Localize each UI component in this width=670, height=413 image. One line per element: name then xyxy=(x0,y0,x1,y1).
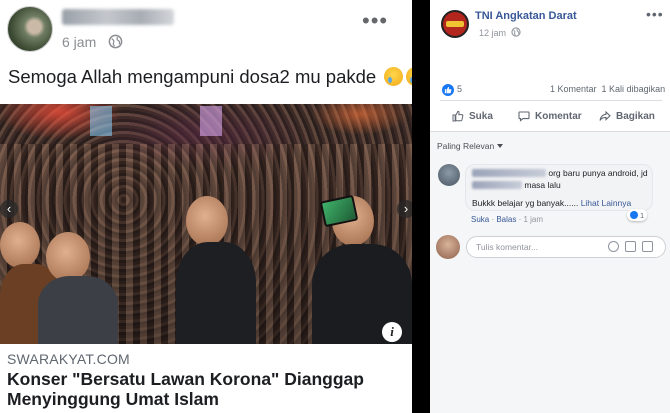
comments-count[interactable]: 1 Komentar xyxy=(550,84,597,94)
separator xyxy=(440,100,662,101)
person-head xyxy=(46,232,90,282)
comment-line-1: org baru punya android, jd xyxy=(472,168,648,178)
crying-face-icon xyxy=(384,67,404,86)
link-source[interactable]: SWARAKYAT.COM xyxy=(7,351,130,367)
commenter-avatar[interactable] xyxy=(438,164,460,186)
shares-count[interactable]: 1 Kali dibagikan xyxy=(602,84,666,94)
logo-band xyxy=(446,21,464,27)
emoji-icon[interactable] xyxy=(608,241,619,252)
comment-text-blurred xyxy=(472,181,522,189)
comment-text-3: Bukkk belajar yg banyak...... xyxy=(472,198,579,208)
like-reaction-icon[interactable] xyxy=(442,84,454,96)
like-button[interactable]: Suka xyxy=(452,110,493,122)
caption-text: Semoga Allah mengampuni dosa2 mu pakde xyxy=(8,66,377,87)
comment-like-link[interactable]: Suka xyxy=(471,215,489,224)
page-logo[interactable] xyxy=(441,10,469,38)
more-options-icon[interactable]: ••• xyxy=(646,6,664,22)
stage-lights xyxy=(90,106,112,136)
person-head xyxy=(186,196,228,246)
link-title[interactable]: Konser "Bersatu Lawan Korona" Dianggap M… xyxy=(7,369,407,409)
comment-sort-dropdown[interactable]: Paling Relevan xyxy=(437,141,504,151)
panel-divider xyxy=(412,0,430,413)
comment-actions: Suka · Balas · 1 jam xyxy=(471,215,544,224)
like-label: Suka xyxy=(469,110,493,122)
post-time[interactable]: 6 jam xyxy=(62,34,96,50)
person-body xyxy=(176,242,256,344)
share-icon xyxy=(599,110,611,121)
page-post-panel: TNI Angkatan Darat 12 jam ••• 5 1 Koment… xyxy=(430,0,670,413)
comment-reply-link[interactable]: Balas xyxy=(496,215,516,224)
post-caption: Semoga Allah mengampuni dosa2 mu pakde xyxy=(8,66,412,88)
comment-text-1: org baru punya android, jd xyxy=(548,168,648,178)
comment-icon xyxy=(518,111,530,122)
page-name[interactable]: TNI Angkatan Darat xyxy=(475,10,577,22)
comment-input-icons xyxy=(608,241,653,252)
comment-line-3: Bukkk belajar yg banyak...... Lihat Lain… xyxy=(472,198,631,208)
chevron-right-icon[interactable]: › xyxy=(397,200,412,218)
sort-label: Paling Relevan xyxy=(437,141,495,151)
commenter-name-blurred[interactable] xyxy=(472,169,546,177)
current-user-avatar[interactable] xyxy=(436,235,460,259)
gif-icon[interactable] xyxy=(625,241,636,252)
person-head xyxy=(0,222,40,268)
comment-text-2: masa lalu xyxy=(524,180,561,190)
author-avatar[interactable] xyxy=(7,6,53,52)
comment-reaction-count: 1 xyxy=(640,210,645,220)
like-count[interactable]: 5 xyxy=(457,84,462,94)
globe-icon xyxy=(108,34,123,49)
post-time[interactable]: 12 jam xyxy=(479,28,506,38)
thumbs-up-icon xyxy=(452,110,464,122)
comment-label: Komentar xyxy=(535,110,582,122)
link-preview-photo[interactable]: ‹ › i xyxy=(0,104,412,344)
chevron-left-icon[interactable]: ‹ xyxy=(0,200,18,218)
comment-time[interactable]: 1 jam xyxy=(523,215,543,224)
comment-button[interactable]: Komentar xyxy=(518,110,582,122)
more-options-icon[interactable]: ••• xyxy=(362,10,388,32)
share-button[interactable]: Bagikan xyxy=(599,110,655,122)
see-more-link[interactable]: Lihat Lainnya xyxy=(581,198,632,208)
shared-post-panel: 6 jam ••• Semoga Allah mengampuni dosa2 … xyxy=(0,0,412,413)
share-label: Bagikan xyxy=(616,110,655,122)
post-stats: 1 Komentar 1 Kali dibagikan xyxy=(550,84,665,94)
info-icon[interactable]: i xyxy=(382,322,402,342)
globe-icon xyxy=(511,27,521,37)
person-body xyxy=(38,276,118,344)
chevron-down-icon xyxy=(497,144,504,148)
like-reaction-icon xyxy=(630,211,638,219)
comment-line-2: masa lalu xyxy=(472,180,561,190)
comment-reaction-badge[interactable]: 1 xyxy=(627,209,648,221)
sticker-icon[interactable] xyxy=(642,241,653,252)
author-name-blurred[interactable] xyxy=(62,9,174,25)
